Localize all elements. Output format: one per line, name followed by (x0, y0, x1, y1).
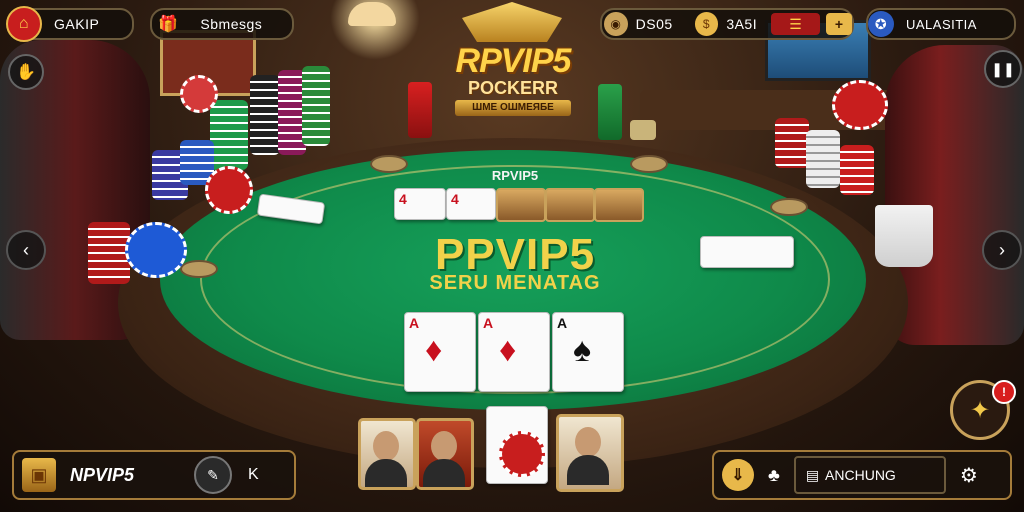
player-avatar[interactable] (556, 414, 624, 492)
card-suit: ♦ (425, 331, 443, 369)
logo-title: RPVIP5 (455, 42, 572, 80)
add-coins-button[interactable]: + (826, 13, 852, 35)
logo-ribbon: ШМЕ ОШМЕЯБЕ (455, 100, 571, 116)
red-chip (180, 75, 218, 113)
player-name: NPVIP5 (70, 464, 135, 485)
cup-holder (630, 155, 668, 173)
table-tagline: SERU MENATAG (429, 272, 601, 294)
chevron-left-icon: ‹ (23, 239, 29, 260)
card-suit: ♦ (499, 331, 517, 369)
community-card: A ♠ (552, 312, 624, 392)
profile-label: Sbmesgs (200, 16, 263, 32)
spade-club-icon[interactable]: ♣ (768, 465, 780, 486)
gold-coin-icon: $ (694, 12, 719, 36)
community-card: A ♦ (478, 312, 550, 392)
cup-holder (770, 198, 808, 216)
cards-icon: ✦ (969, 396, 991, 424)
next-table-button[interactable]: › (982, 230, 1022, 270)
vip-button[interactable]: ✪ UALASITIA (866, 8, 1016, 40)
globe-icon: ✪ (868, 11, 894, 37)
card-rank: A (557, 315, 568, 331)
close-button[interactable]: K (248, 466, 259, 484)
chip-stack (88, 222, 130, 284)
chip-stack (302, 66, 330, 146)
menu-icon[interactable]: ☰ (771, 13, 821, 35)
chip-stack (210, 100, 248, 170)
card-rank: A (483, 315, 494, 331)
chip-stack (775, 118, 809, 168)
face-card (594, 188, 644, 222)
coin-icon: ◉ (604, 12, 628, 36)
coins-value: 3A5I (726, 16, 758, 32)
home-icon: ⌂ (6, 6, 42, 42)
home-button[interactable]: ⌂ GAKIP (6, 6, 134, 42)
red-chip (205, 166, 253, 214)
settings-icon[interactable]: ⚙ (960, 463, 978, 488)
edit-icon: ✎ (207, 466, 219, 483)
coffee-mug (875, 205, 933, 267)
player-avatar[interactable] (358, 418, 416, 490)
red-chip (832, 80, 888, 130)
player-panel: ▣ NPVIP5 ✎ K (12, 450, 296, 500)
calendar-icon: ▤ (805, 466, 820, 483)
player-avatar[interactable] (416, 418, 474, 490)
status-text: ANCHUNG (825, 467, 896, 483)
home-label: GAKIP (54, 16, 100, 32)
dealer-card-chip (486, 406, 548, 484)
vip-label: UALASITIA (906, 16, 977, 32)
prev-table-button[interactable]: ‹ (6, 230, 46, 270)
hand-icon[interactable]: ✋ (8, 54, 44, 90)
notification-badge: ! (992, 380, 1016, 404)
chips-value: DS05 (635, 16, 673, 32)
chat-button[interactable]: ✎ (194, 456, 233, 494)
table-card: 4 (394, 188, 446, 220)
candle-jar (630, 120, 656, 140)
chevron-right-icon: › (999, 239, 1005, 260)
community-cards: A ♦ A ♦ A ♠ (404, 312, 628, 392)
fold-button[interactable]: ⇓ (722, 459, 754, 491)
logo-emblem (462, 2, 562, 42)
face-card (545, 188, 595, 222)
table-card: 4 (446, 188, 496, 220)
card-rank: A (409, 315, 420, 331)
card-suit: ♠ (573, 331, 592, 369)
currency-bar: ◉ DS05 $ 3A5I ☰ + (600, 8, 854, 40)
community-card: A ♦ (404, 312, 476, 392)
profile-button[interactable]: 🎁 Sbmesgs (150, 8, 294, 40)
chip-stack (806, 130, 840, 188)
blue-chip (125, 222, 187, 278)
drink-can (598, 84, 622, 140)
logo-subtitle: POCKERR (467, 78, 558, 98)
face-card (496, 188, 546, 222)
drink-can (408, 82, 432, 138)
hand-fold-icon: ⇓ (731, 467, 745, 484)
treasure-icon: ▣ (22, 458, 56, 492)
cup-holder (370, 155, 408, 173)
status-box[interactable]: ▤ ANCHUNG (793, 456, 946, 494)
cup-holder (180, 260, 218, 278)
action-panel: ⇓ ♣ ▤ ANCHUNG ⚙ (712, 450, 1012, 500)
gift-icon: 🎁 (158, 16, 179, 33)
pause-button[interactable]: ❚❚ (984, 50, 1022, 88)
player-cards (700, 236, 794, 268)
chip-stack (250, 75, 280, 155)
table-label: RPVIP5 (491, 168, 539, 183)
chip-stack (840, 145, 874, 195)
